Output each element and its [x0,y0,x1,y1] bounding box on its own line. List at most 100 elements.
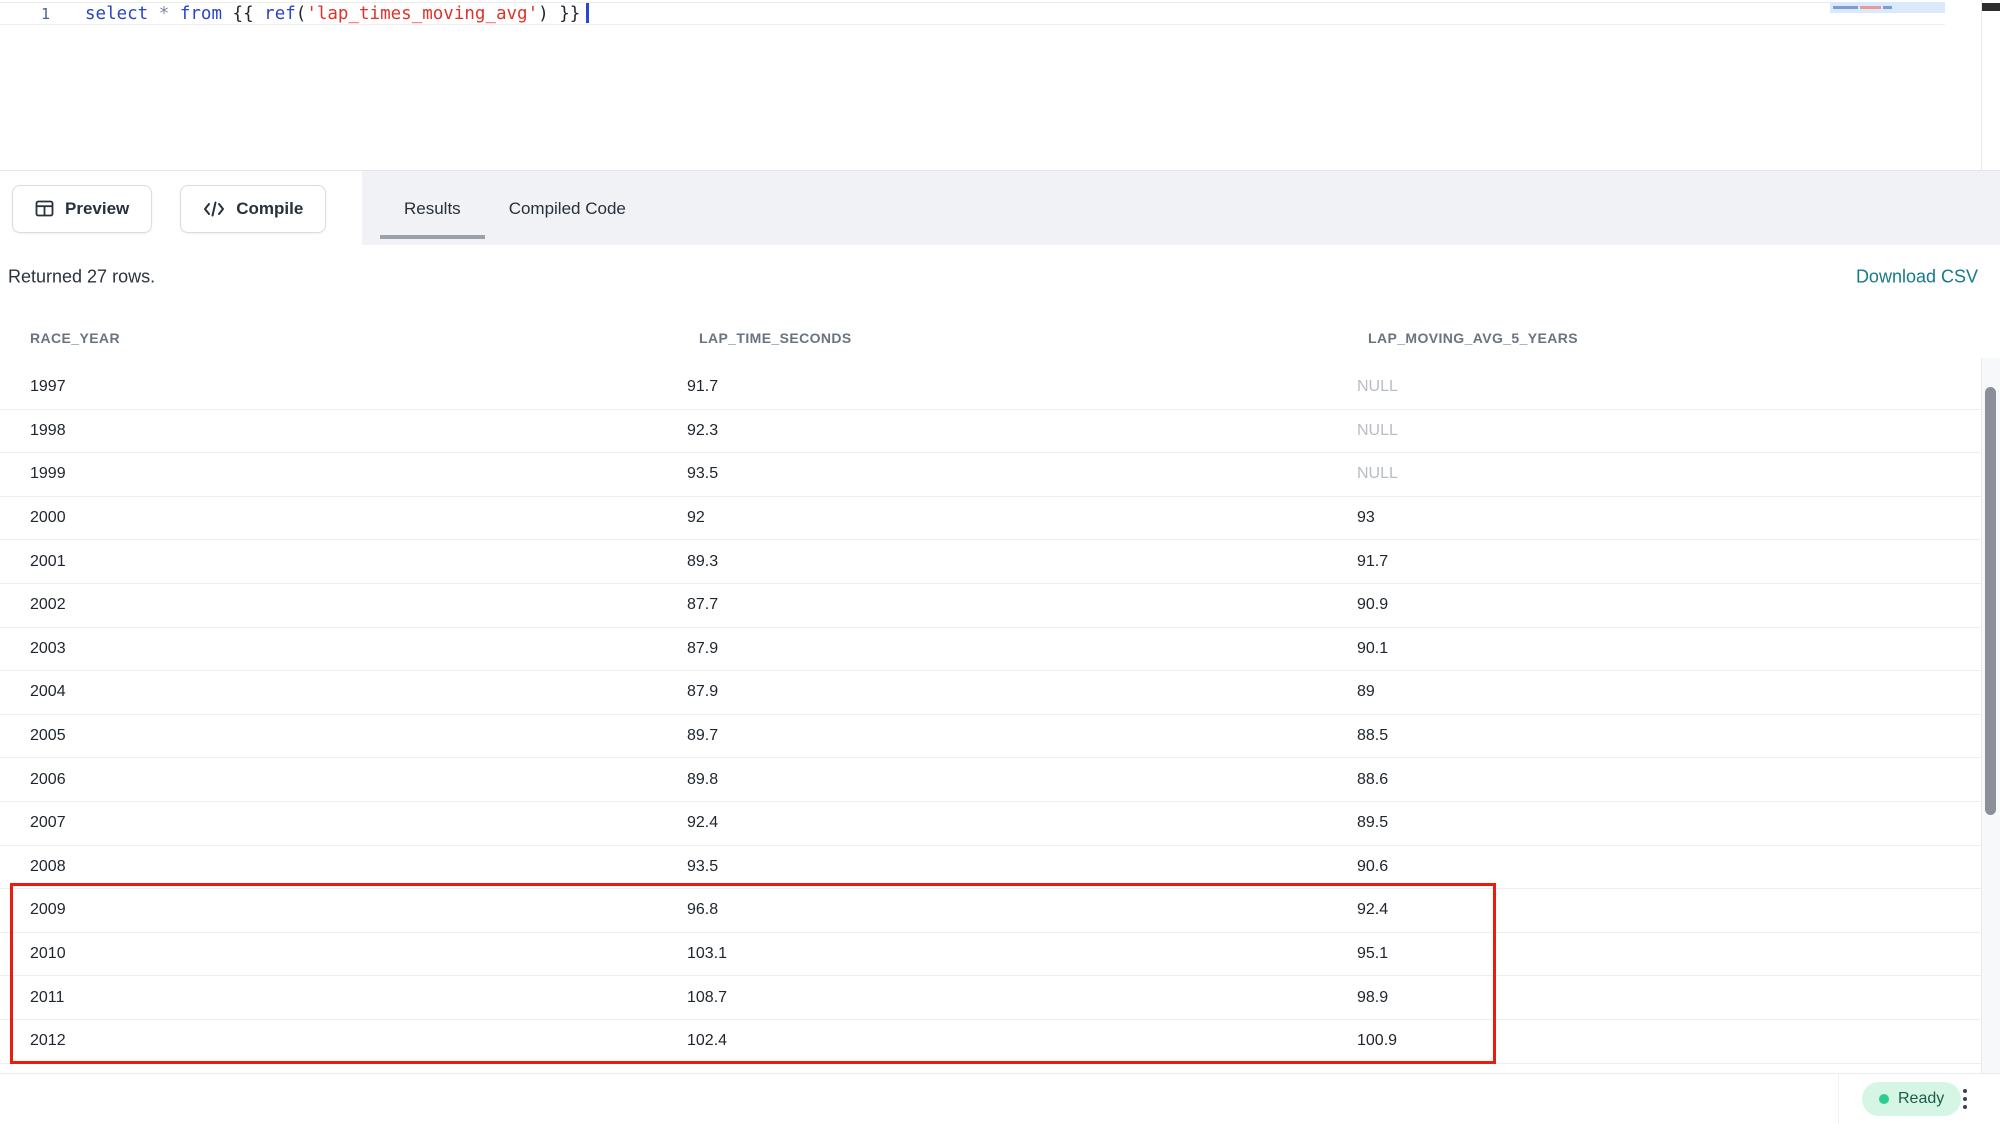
table-cell: 2012 [30,1032,66,1050]
download-csv-link[interactable]: Download CSV [1856,266,1978,287]
code-icon [203,201,225,217]
table-cell: 93 [1357,509,1375,527]
table-row[interactable]: 1997 91.7 NULL [0,366,2000,410]
code-token-operator: * [159,4,170,24]
table-cell: 2002 [30,596,66,614]
tab-compiled-code[interactable]: Compiled Code [485,171,650,246]
table-row[interactable]: 2011108.798.9 [0,976,2000,1020]
table-cell: 2009 [30,901,66,919]
compile-button[interactable]: Compile [180,185,326,233]
table-cell: 89.8 [687,771,718,789]
line-number: 1 [20,3,50,25]
table-cell: 102.4 [687,1032,727,1050]
table-cell: 87.9 [687,683,718,701]
table-cell: NULL [1357,378,1398,396]
table-cell: 1997 [30,378,66,396]
table-row[interactable]: 2001 89.3 91.7 [0,540,2000,584]
code-token-keyword: select [85,4,148,24]
table-grid-icon [35,199,54,218]
code-token-keyword: ref [264,4,296,24]
code-token-plain: ) [538,4,549,24]
table-cell: 2011 [30,989,64,1007]
table-row[interactable]: 1999 93.5 NULL [0,453,2000,497]
table-cell: 1999 [30,465,66,483]
grid-scrollbar-thumb[interactable] [1985,387,1996,815]
table-rows: 199791.7NULL199892.3NULL199993.5NULL2000… [0,366,2000,1064]
action-buttons: Preview Compile [0,171,362,246]
table-cell: 89.7 [687,727,718,745]
tab-results[interactable]: Results [380,171,485,246]
table-row[interactable]: 2010103.195.1 [0,933,2000,977]
table-cell: 92 [687,509,705,527]
table-row[interactable]: 2007 92.4 89.5 [0,802,2000,846]
editor-minimap[interactable] [1830,2,1945,13]
code-token-plain: }} [549,4,581,24]
table-row[interactable]: 2002 87.7 90.9 [0,584,2000,628]
table-cell: 93.5 [687,465,718,483]
table-cell: 90.1 [1357,640,1388,658]
code-token-string: 'lap_times_moving_avg' [306,4,538,24]
table-cell: NULL [1357,465,1398,483]
ready-dot-icon [1879,1094,1889,1104]
minimap-code-segment [1860,6,1881,9]
results-tabs: ResultsCompiled Code [362,171,2000,246]
table-cell: 88.6 [1357,771,1388,789]
table-cell: 2005 [30,727,66,745]
row-count-text: Returned 27 rows. [8,266,155,287]
table-cell: 95.1 [1357,945,1388,963]
table-cell: 93.5 [687,858,718,876]
status-divider [1838,1074,1839,1124]
grid-scrollbar[interactable] [1981,358,2000,1073]
table-cell: NULL [1357,422,1398,440]
table-cell: 89.5 [1357,814,1388,832]
results-summary-bar: Returned 27 rows. Download CSV [0,245,2000,302]
table-cell: 89.3 [687,553,718,571]
kebab-menu-icon[interactable] [1955,1084,1975,1114]
table-cell: 92.4 [687,814,718,832]
status-bar: Ready [0,1073,2000,1124]
table-row[interactable]: 2004 87.9 89 [0,671,2000,715]
code-token-plain [169,4,180,24]
table-cell: 88.5 [1357,727,1388,745]
table-cell: 90.9 [1357,596,1388,614]
column-header: LAP_TIME_SECONDS [699,324,852,352]
table-cell: 90.6 [1357,858,1388,876]
table-cell: 87.7 [687,596,718,614]
table-cell: 2001 [30,553,66,571]
table-cell: 2007 [30,814,66,832]
code-token-plain [148,4,159,24]
column-header: RACE_YEAR [30,324,120,352]
table-cell: 89 [1357,683,1375,701]
table-row[interactable]: 200996.892.4 [0,889,2000,933]
preview-button-label: Preview [65,199,129,219]
editor-scrollbar-thumb[interactable] [1982,3,2000,11]
table-cell: 91.7 [687,378,718,396]
table-row[interactable]: 2005 89.7 88.5 [0,715,2000,759]
table-row[interactable]: 200387.990.1 [0,628,2000,672]
minimap-code-segment [1833,6,1858,9]
dbt-ide-screen: 1 select * from {{ ref('lap_times_moving… [0,0,2000,1124]
editor-scrollbar[interactable] [1981,0,2000,170]
table-cell: 2004 [30,683,66,701]
code-token-keyword: from [180,4,222,24]
preview-button[interactable]: Preview [12,185,152,233]
table-cell: 2006 [30,771,66,789]
sql-editor[interactable]: 1 select * from {{ ref('lap_times_moving… [0,0,2000,170]
table-row[interactable]: 2006 89.8 88.6 [0,758,2000,802]
status-badge-label: Ready [1898,1090,1944,1108]
table-cell: 92.3 [687,422,718,440]
table-row[interactable]: 199892.3NULL [0,410,2000,454]
text-cursor-icon [586,3,589,23]
table-row[interactable]: 2000 92 93 [0,497,2000,541]
minimap-code-segment [1883,6,1892,9]
table-cell: 2000 [30,509,66,527]
table-cell: 91.7 [1357,553,1388,571]
column-header: LAP_MOVING_AVG_5_YEARS [1368,324,1578,352]
compile-button-label: Compile [236,199,303,219]
table-row[interactable]: 200893.590.6 [0,846,2000,890]
table-row[interactable]: 2012102.4100.9 [0,1020,2000,1064]
code-line[interactable]: select * from {{ ref('lap_times_moving_a… [85,3,589,25]
code-token-plain: ( [296,4,307,24]
table-cell: 96.8 [687,901,718,919]
action-bar: Preview Compile ResultsCompiled Code [0,170,2000,246]
